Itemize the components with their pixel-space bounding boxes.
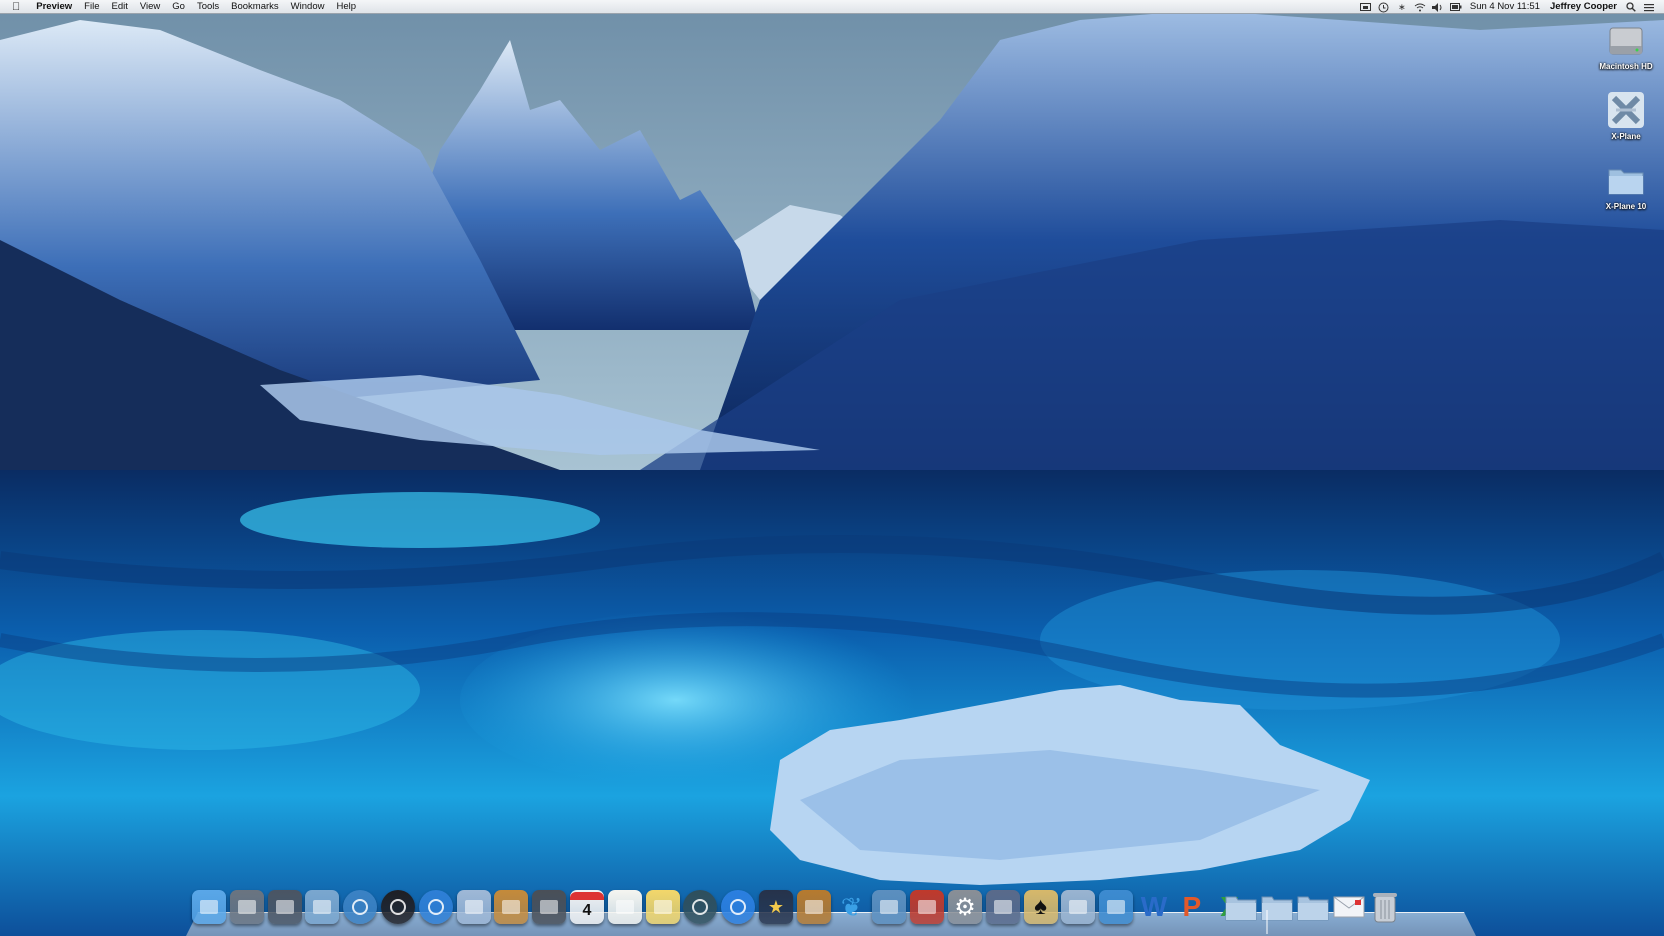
- x-plane-dock-icon-glyph: [1069, 900, 1088, 914]
- app-store-icon[interactable]: [418, 890, 453, 924]
- solitaire-icon[interactable]: ♠: [1023, 890, 1058, 924]
- notes-icon-glyph: [653, 900, 672, 914]
- garageband-icon-glyph: [804, 900, 823, 914]
- folder-icon: [1606, 160, 1646, 200]
- powerpoint-icon[interactable]: P: [1175, 890, 1209, 924]
- documents-folder-icon[interactable]: [1224, 890, 1258, 924]
- desktop-icon-x-plane[interactable]: X-Plane: [1590, 90, 1662, 141]
- volume-icon[interactable]: [1431, 0, 1445, 14]
- desktop-icon-macintosh-hd[interactable]: Macintosh HD: [1590, 20, 1662, 71]
- menu-help[interactable]: Help: [330, 0, 362, 14]
- dock-separator: [1266, 910, 1268, 934]
- desktop-icon-label: X-Plane 10: [1605, 202, 1647, 211]
- garageband-icon[interactable]: [796, 890, 831, 924]
- folder-shape: [1225, 896, 1257, 921]
- desktop-icon-label: X-Plane: [1611, 132, 1641, 141]
- finder-icon-glyph: [200, 900, 218, 914]
- menu-tools[interactable]: Tools: [191, 0, 225, 14]
- applications-folder-icon[interactable]: [1296, 890, 1330, 924]
- notification-list-icon[interactable]: [1642, 0, 1656, 14]
- iphoto-icon[interactable]: [872, 890, 907, 924]
- mail-icon[interactable]: [456, 890, 491, 924]
- photo-booth-icon-glyph: [390, 899, 406, 915]
- photo-strip-icon-glyph: [918, 900, 937, 914]
- notes-icon[interactable]: [645, 890, 680, 924]
- finder-icon[interactable]: [192, 890, 226, 924]
- trash-icon[interactable]: [1368, 890, 1402, 924]
- dock: 4★❦⚙♠WPX: [186, 884, 1476, 936]
- menu-go[interactable]: Go: [166, 0, 191, 14]
- preview-icon[interactable]: [305, 890, 340, 924]
- launchpad-icon[interactable]: [229, 890, 264, 924]
- calendar-icon[interactable]: 4: [570, 890, 604, 924]
- mission-control-icon-glyph: [275, 900, 294, 914]
- reminders-icon[interactable]: [607, 890, 642, 924]
- iphoto-icon-glyph: [880, 900, 899, 914]
- network-icon[interactable]: [1099, 890, 1134, 924]
- safari-icon-glyph: [352, 899, 369, 915]
- twitter-icon[interactable]: ❦: [835, 890, 869, 924]
- spotlight-icon[interactable]: [1624, 0, 1638, 14]
- network-icon-glyph: [1107, 900, 1126, 914]
- menubar-clock[interactable]: Sun 4 Nov 11:51: [1465, 0, 1545, 14]
- menu-edit[interactable]: Edit: [105, 0, 133, 14]
- imovie-icon[interactable]: ★: [759, 890, 793, 924]
- contacts-icon-glyph: [502, 900, 521, 914]
- menu-file[interactable]: File: [78, 0, 105, 14]
- photo-strip-icon[interactable]: [910, 890, 945, 924]
- facetime-icon[interactable]: [532, 890, 567, 924]
- app-store-icon-glyph: [427, 899, 444, 915]
- word-icon[interactable]: W: [1137, 890, 1171, 924]
- safari-icon[interactable]: [343, 890, 378, 924]
- folder-shape: [1297, 896, 1329, 921]
- itunes-icon-glyph: [730, 899, 747, 915]
- itunes-icon[interactable]: [721, 890, 756, 924]
- apple-icon[interactable]: : [0, 0, 30, 14]
- menu-view[interactable]: View: [134, 0, 166, 14]
- menu-bookmarks[interactable]: Bookmarks: [225, 0, 285, 14]
- preview-icon-glyph: [313, 900, 332, 914]
- script-editor-icon[interactable]: [985, 890, 1020, 924]
- facetime-icon-glyph: [540, 900, 559, 914]
- calendar-day: 4: [582, 902, 592, 919]
- x-plane-dock-icon[interactable]: [1061, 890, 1096, 924]
- menubar-user[interactable]: Jeffrey Cooper: [1545, 0, 1622, 14]
- mail-stack-shape: [1333, 896, 1365, 918]
- desktop[interactable]:  Preview File Edit View Go Tools Bookma…: [0, 0, 1664, 936]
- menu-window[interactable]: Window: [285, 0, 331, 14]
- trash-can-shape: [1373, 893, 1397, 923]
- bluetooth-icon[interactable]: ∗: [1395, 0, 1409, 14]
- launchpad-icon-glyph: [237, 900, 256, 914]
- script-editor-icon-glyph: [993, 900, 1012, 914]
- app-menu-preview[interactable]: Preview: [30, 0, 78, 14]
- calendar-header: [570, 892, 604, 900]
- wallpaper: [0, 0, 1664, 936]
- reminders-icon-glyph: [615, 900, 634, 914]
- mission-control-icon[interactable]: [267, 890, 302, 924]
- mail-stack-icon[interactable]: [1332, 890, 1366, 924]
- mail-icon-glyph: [464, 900, 483, 914]
- time-machine-app-icon-glyph: [692, 899, 709, 915]
- desktop-icon-label: Macintosh HD: [1599, 62, 1653, 71]
- wifi-icon[interactable]: [1413, 0, 1427, 14]
- photo-booth-icon[interactable]: [381, 890, 415, 924]
- battery-icon[interactable]: [1449, 0, 1463, 14]
- desktop-icon-x-plane-10[interactable]: X-Plane 10: [1590, 160, 1662, 211]
- x-plane-app-icon: [1606, 90, 1646, 130]
- system-preferences-icon[interactable]: ⚙: [948, 890, 982, 924]
- hard-drive-icon: [1606, 20, 1646, 60]
- menu-bar:  Preview File Edit View Go Tools Bookma…: [0, 0, 1664, 14]
- contacts-icon[interactable]: [494, 890, 529, 924]
- display-mirroring-icon[interactable]: [1359, 0, 1373, 14]
- time-machine-icon[interactable]: [1377, 0, 1391, 14]
